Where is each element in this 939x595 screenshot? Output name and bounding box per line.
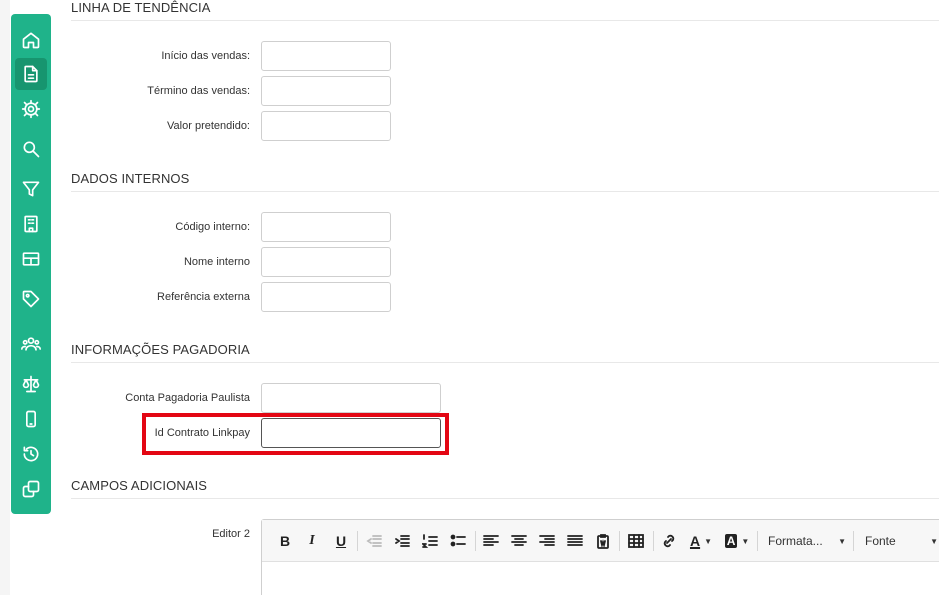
mobile-icon xyxy=(26,410,36,428)
bold-button[interactable]: B xyxy=(276,531,294,551)
target-value-input[interactable] xyxy=(261,111,391,141)
background-color-button[interactable]: A ▼ xyxy=(722,531,752,551)
document-icon xyxy=(24,65,38,83)
section-divider xyxy=(71,362,939,363)
paste-word-button[interactable] xyxy=(593,531,613,551)
bullet-list-icon xyxy=(450,534,466,547)
toolbar-separator xyxy=(475,531,476,551)
copy-icon xyxy=(22,480,40,498)
sales-end-label: Término das vendas: xyxy=(147,85,250,97)
align-left-button[interactable] xyxy=(481,531,501,551)
chevron-down-icon: ▼ xyxy=(838,536,846,546)
text-color-icon: A xyxy=(689,533,701,549)
internal-code-label: Código interno: xyxy=(175,221,250,233)
search-icon xyxy=(23,141,40,158)
section-title-additional: CAMPOS ADICIONAIS xyxy=(71,478,208,493)
indent-icon xyxy=(395,535,410,547)
scale-icon xyxy=(22,375,40,393)
outdent-icon xyxy=(366,535,382,547)
align-center-button[interactable] xyxy=(509,531,529,551)
sidebar-item-filter[interactable] xyxy=(15,173,47,205)
external-ref-label: Referência externa xyxy=(157,291,250,303)
numbered-list-button[interactable] xyxy=(420,531,440,551)
history-icon xyxy=(23,446,39,462)
chevron-down-icon: ▼ xyxy=(741,536,750,546)
underline-button[interactable]: U xyxy=(332,531,350,551)
align-left-icon xyxy=(483,535,499,546)
table-icon xyxy=(628,534,644,548)
bullet-list-button[interactable] xyxy=(448,531,468,551)
section-divider xyxy=(71,498,939,499)
format-dropdown[interactable]: Formata... ▼ xyxy=(768,531,846,551)
align-center-icon xyxy=(511,535,527,546)
editor-toolbar: B I U A ▼ A ▼ Formata... ▼ Fonte ▼ xyxy=(262,520,939,562)
chevron-down-icon: ▼ xyxy=(930,536,938,546)
editor-content-area[interactable] xyxy=(262,562,939,595)
section-divider xyxy=(71,191,939,192)
toolbar-separator xyxy=(757,531,758,551)
section-title-trend: LINHA DE TENDÊNCIA xyxy=(71,0,211,15)
insert-table-button[interactable] xyxy=(625,531,647,551)
internal-name-input[interactable] xyxy=(261,247,391,277)
rich-text-editor[interactable]: B I U A ▼ A ▼ Formata... ▼ Fonte ▼ xyxy=(261,519,939,595)
text-color-button[interactable]: A ▼ xyxy=(686,531,716,551)
link-icon xyxy=(663,534,675,548)
font-dropdown-label: Fonte xyxy=(865,534,896,548)
background-color-icon: A xyxy=(724,534,738,548)
sales-end-input[interactable] xyxy=(261,76,391,106)
align-justify-button[interactable] xyxy=(565,531,585,551)
filter-icon xyxy=(22,181,40,197)
numbered-list-icon xyxy=(422,534,438,548)
align-right-icon xyxy=(539,535,555,546)
linkpay-contract-label: Id Contrato Linkpay xyxy=(154,427,250,439)
toolbar-separator xyxy=(357,531,358,551)
target-value-label: Valor pretendido: xyxy=(167,120,250,132)
toolbar-separator xyxy=(853,531,854,551)
paulista-account-input[interactable] xyxy=(261,383,441,413)
linkpay-contract-input[interactable] xyxy=(261,418,441,448)
format-dropdown-label: Formata... xyxy=(768,534,823,548)
internal-name-label: Nome interno xyxy=(183,256,250,268)
indent-button[interactable] xyxy=(392,531,412,551)
paulista-account-label: Conta Pagadoria Paulista xyxy=(125,392,250,404)
italic-button[interactable]: I xyxy=(303,531,321,551)
external-ref-input[interactable] xyxy=(261,282,391,312)
section-title-internal: DADOS INTERNOS xyxy=(71,171,190,186)
toolbar-separator xyxy=(619,531,620,551)
insert-link-button[interactable] xyxy=(659,531,679,551)
sidebar-item-search[interactable] xyxy=(15,133,47,165)
sidebar-item-history[interactable] xyxy=(15,438,47,470)
gear-icon xyxy=(21,99,41,119)
sales-start-input[interactable] xyxy=(261,41,391,71)
home-icon xyxy=(22,32,40,49)
paste-word-icon xyxy=(597,534,609,549)
users-icon xyxy=(21,337,41,351)
editor-label: Editor 2 xyxy=(212,528,250,540)
font-dropdown[interactable]: Fonte ▼ xyxy=(865,531,938,551)
align-justify-icon xyxy=(567,535,583,546)
align-right-button[interactable] xyxy=(537,531,557,551)
chevron-down-icon: ▼ xyxy=(704,536,713,546)
sales-start-label: Início das vendas: xyxy=(161,50,250,62)
toolbar-separator xyxy=(653,531,654,551)
section-divider xyxy=(71,20,939,21)
section-title-payment: INFORMAÇÕES PAGADORIA xyxy=(71,342,250,357)
internal-code-input[interactable] xyxy=(261,212,391,242)
sidebar-item-copy[interactable] xyxy=(15,473,47,505)
sidebar-item-users[interactable] xyxy=(15,328,47,360)
outdent-button[interactable] xyxy=(364,531,384,551)
